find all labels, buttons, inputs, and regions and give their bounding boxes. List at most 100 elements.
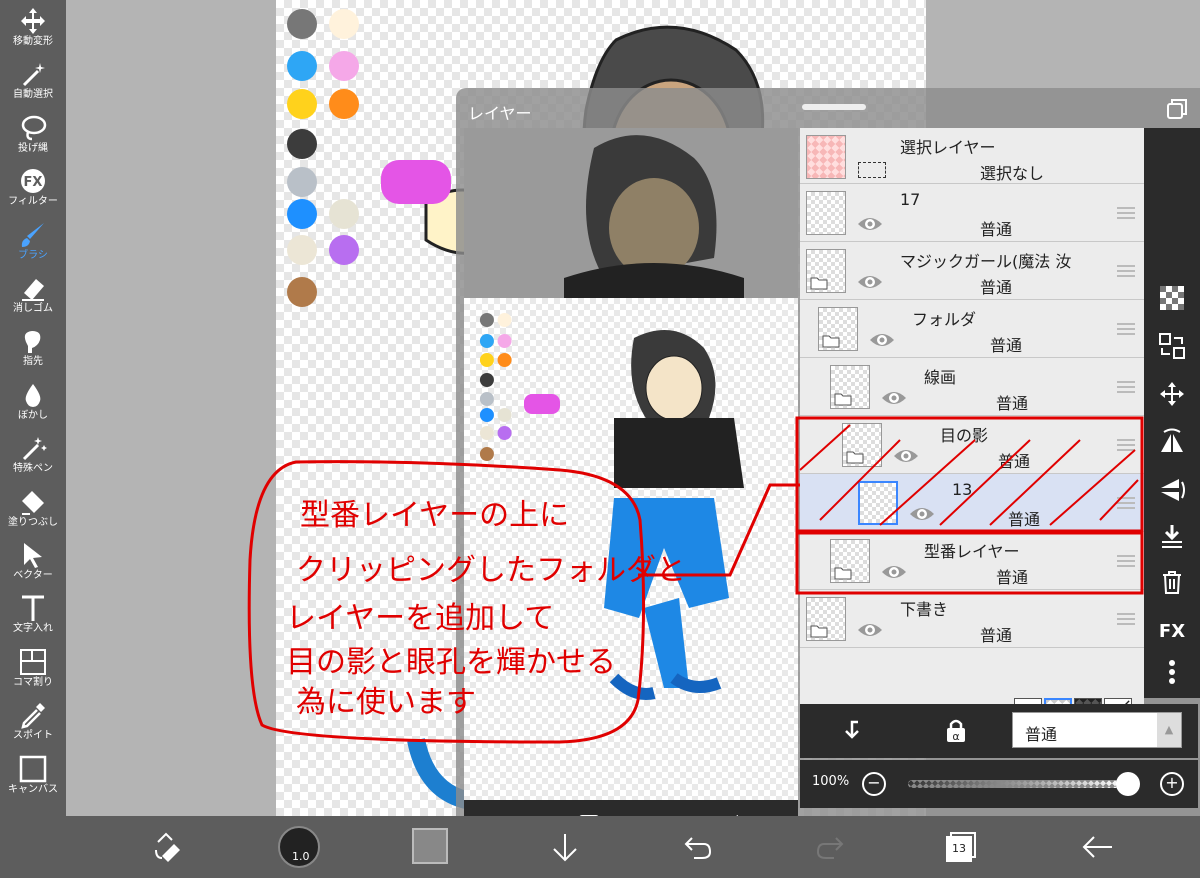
undo-icon[interactable]	[678, 828, 716, 866]
palette-swatch[interactable]	[287, 167, 317, 197]
brush-size-value: 1.0	[292, 850, 310, 863]
layer-row[interactable]: 線画 普通	[800, 358, 1144, 416]
tool-vector-cursor[interactable]: ベクター	[0, 538, 66, 592]
layer-row[interactable]: 目の影 普通	[800, 416, 1144, 474]
palette-swatch[interactable]	[287, 51, 317, 81]
preview-palette-swatch	[497, 353, 512, 367]
folder-icon	[834, 567, 852, 580]
reorder-grip-icon[interactable]	[1116, 264, 1136, 278]
layer-row[interactable]: フォルダ 普通	[800, 300, 1144, 358]
palette-swatch[interactable]	[287, 129, 317, 159]
tool-text[interactable]: 文字入れ	[0, 591, 66, 645]
palette-swatch[interactable]	[329, 89, 359, 119]
layers-button[interactable]: 13	[946, 832, 976, 862]
selection-status: 選択なし	[980, 164, 1045, 183]
blend-mode-select[interactable]: 普通 ▲	[1012, 712, 1182, 748]
layer-row[interactable]: 17 普通	[800, 184, 1144, 242]
preview-palette-swatch	[479, 408, 494, 422]
palette-swatch[interactable]	[287, 235, 317, 265]
layer-row[interactable]: 下書き 普通	[800, 590, 1144, 648]
layer-name: 17	[900, 190, 921, 209]
reorder-grip-icon[interactable]	[1116, 206, 1136, 220]
more-options-icon[interactable]	[1158, 658, 1186, 686]
folder-icon	[810, 277, 828, 290]
palette-swatch[interactable]	[287, 277, 317, 307]
window-restore-icon[interactable]	[1166, 98, 1188, 120]
visibility-eye-icon[interactable]	[880, 388, 908, 408]
visibility-eye-icon[interactable]	[856, 272, 884, 292]
tool-eraser[interactable]: 消しゴム	[0, 271, 66, 325]
layer-row[interactable]: 13 普通	[800, 474, 1144, 532]
reorder-grip-icon[interactable]	[1116, 612, 1136, 626]
selection-layer-thumbnail	[806, 135, 846, 179]
tool-lasso[interactable]: 投げ縄	[0, 111, 66, 165]
redo-icon[interactable]	[812, 828, 850, 866]
visibility-eye-icon[interactable]	[880, 562, 908, 582]
tool-special-pen[interactable]: 特殊ペン	[0, 431, 66, 485]
color-swatch-button[interactable]	[412, 828, 448, 864]
palette-swatch[interactable]	[287, 89, 317, 119]
merge-down-icon[interactable]	[1158, 522, 1186, 550]
layer-list: 選択レイヤー 選択なし 17 普通 マジックガール(魔法 汝普通 フォルダ 普通 線画 普通…	[800, 128, 1144, 736]
reorder-grip-icon[interactable]	[1116, 496, 1136, 510]
reorder-grip-icon[interactable]	[1116, 322, 1136, 336]
opacity-decrease-button[interactable]: −	[862, 772, 886, 796]
tool-move-arrows[interactable]: 移動変形	[0, 4, 66, 58]
reorder-grip-icon[interactable]	[1116, 554, 1136, 568]
tool-eyedropper[interactable]: スポイト	[0, 698, 66, 752]
blend-mode-bar: α 普通 ▲	[800, 704, 1198, 758]
preview-upper-image	[464, 128, 798, 298]
palette-swatch[interactable]	[329, 235, 359, 265]
down-arrow-icon[interactable]	[546, 828, 584, 866]
clipping-arrow-icon[interactable]	[840, 718, 864, 742]
back-arrow-icon[interactable]	[1078, 828, 1116, 866]
palette-swatch[interactable]	[287, 199, 317, 229]
layer-row[interactable]: 型番レイヤー 普通	[800, 532, 1144, 590]
palette-swatch[interactable]	[329, 51, 359, 81]
layer-fx-button[interactable]: FX	[1158, 618, 1186, 646]
visibility-eye-icon[interactable]	[892, 446, 920, 466]
folder-icon	[846, 451, 864, 464]
reorder-grip-icon[interactable]	[1116, 438, 1136, 452]
brush-size-button[interactable]: 1.0	[278, 826, 320, 868]
transparency-lock-icon[interactable]	[1158, 284, 1186, 312]
tool-fill-bucket[interactable]: 塗りつぶし	[0, 485, 66, 539]
flip-layer-vertical-icon[interactable]	[1158, 476, 1186, 504]
flip-layer-horizontal-icon[interactable]	[1158, 428, 1186, 456]
palette-swatch[interactable]	[287, 9, 317, 39]
visibility-eye-icon[interactable]	[856, 620, 884, 640]
tool-label: 移動変形	[13, 36, 53, 47]
tool-finger-smudge[interactable]: 指先	[0, 324, 66, 378]
tool-fx-filter[interactable]: FX フィルター	[0, 164, 66, 218]
tool-label: フィルター	[8, 196, 58, 208]
brush-icon	[21, 222, 44, 247]
preview-palette-swatch	[479, 426, 494, 440]
tool-brush[interactable]: ブラシ	[0, 218, 66, 272]
layer-row[interactable]: マジックガール(魔法 汝普通	[800, 242, 1144, 300]
palette-swatch[interactable]	[329, 199, 359, 229]
swap-tool-icon[interactable]	[148, 828, 186, 866]
opacity-slider-knob[interactable]	[1116, 772, 1140, 796]
fx-filter-icon: FX	[21, 169, 45, 194]
preview-palette-swatch	[479, 313, 494, 327]
opacity-slider[interactable]	[908, 780, 1128, 788]
preview-palette-swatch	[497, 313, 512, 327]
visibility-eye-icon[interactable]	[856, 214, 884, 234]
reorder-grip-icon[interactable]	[1116, 380, 1136, 394]
visibility-eye-icon[interactable]	[868, 330, 896, 350]
tool-panel-split[interactable]: コマ割り	[0, 645, 66, 699]
delete-layer-icon[interactable]	[1158, 568, 1186, 596]
tool-magic-wand[interactable]: 自動選択	[0, 57, 66, 111]
move-layer-icon[interactable]	[1158, 380, 1186, 408]
dropdown-arrow-icon: ▲	[1157, 713, 1181, 747]
tool-canvas[interactable]: キャンバス	[0, 752, 66, 806]
palette-swatch[interactable]	[329, 9, 359, 39]
tool-blur-drop[interactable]: ぼかし	[0, 378, 66, 432]
visibility-eye-icon[interactable]	[908, 504, 936, 524]
selection-layer-row[interactable]: 選択レイヤー 選択なし	[800, 128, 1144, 184]
panel-drag-handle[interactable]	[802, 104, 866, 110]
opacity-value: 100%	[812, 774, 850, 789]
layer-transform-icon[interactable]	[1158, 332, 1186, 360]
alpha-lock-icon[interactable]: α	[944, 716, 968, 744]
opacity-increase-button[interactable]: +	[1160, 772, 1184, 796]
